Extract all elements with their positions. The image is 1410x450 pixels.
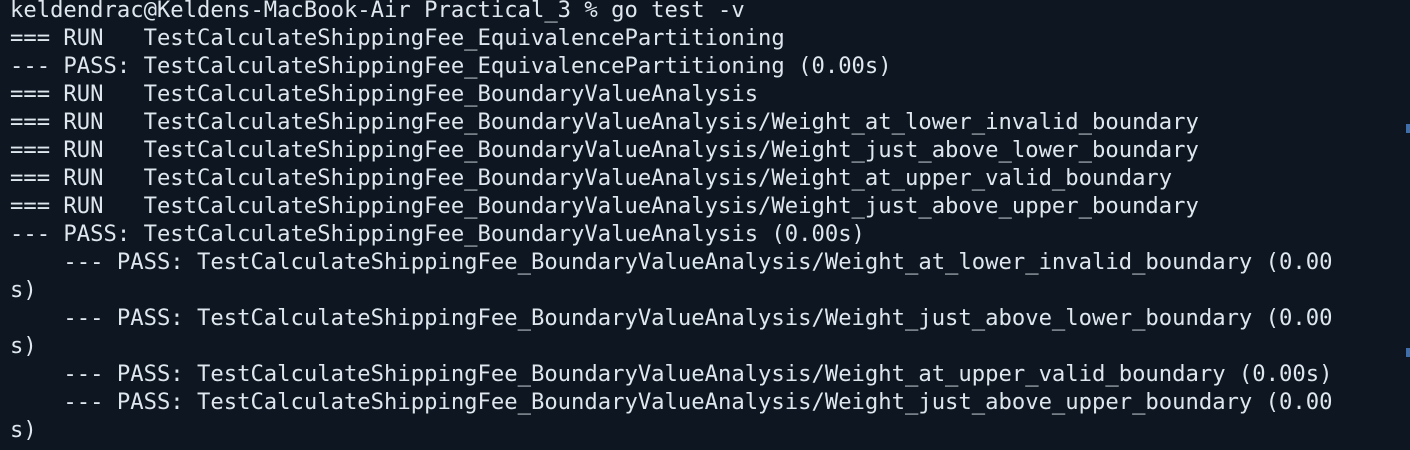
terminal-line: === RUN TestCalculateShippingFee_Boundar… (10, 193, 1199, 219)
scroll-mark (1406, 348, 1410, 357)
terminal-output[interactable]: keldendrac@Keldens-MacBook-Air Practical… (10, 0, 1398, 444)
terminal-line: --- PASS: TestCalculateShippingFee_Bound… (10, 305, 1333, 331)
terminal-line: s) (10, 417, 37, 443)
terminal-line: --- PASS: TestCalculateShippingFee_Bound… (10, 389, 1333, 415)
terminal-line: --- PASS: TestCalculateShippingFee_Bound… (10, 249, 1333, 275)
terminal-line: s) (10, 333, 37, 359)
terminal-line: s) (10, 277, 37, 303)
terminal-line: --- PASS: TestCalculateShippingFee_Bound… (10, 221, 865, 247)
terminal-line: === RUN TestCalculateShippingFee_Boundar… (10, 81, 759, 107)
terminal-line: === RUN TestCalculateShippingFee_Boundar… (10, 165, 1173, 191)
terminal-line: --- PASS: TestCalculateShippingFee_Equiv… (10, 53, 892, 79)
terminal-line: === RUN TestCalculateShippingFee_Equival… (10, 25, 785, 51)
scroll-mark (1406, 124, 1410, 133)
terminal-line: === RUN TestCalculateShippingFee_Boundar… (10, 109, 1199, 135)
terminal-line-prompt: keldendrac@Keldens-MacBook-Air Practical… (10, 0, 745, 23)
terminal-line: === RUN TestCalculateShippingFee_Boundar… (10, 137, 1199, 163)
terminal-window[interactable]: keldendrac@Keldens-MacBook-Air Practical… (0, 0, 1410, 450)
terminal-line: --- PASS: TestCalculateShippingFee_Bound… (10, 361, 1333, 387)
